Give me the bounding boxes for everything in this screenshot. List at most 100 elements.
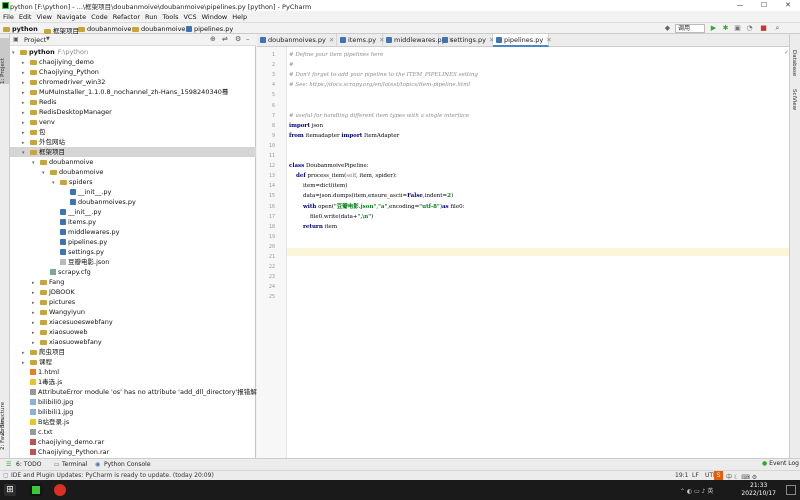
breadcrumb-doubanmoive-inner[interactable]: doubanmoive xyxy=(132,25,185,33)
tree-folder[interactable]: ▸ 爬虫项目 xyxy=(12,347,65,357)
project-tool-tab[interactable]: 1: Project xyxy=(0,38,10,84)
tree-file[interactable]: doubanmoives.py xyxy=(12,197,136,207)
event-log-tool-tab[interactable]: ● Event Log xyxy=(762,460,799,467)
tree-folder[interactable]: ▸ chromedriver_win32 xyxy=(12,77,105,87)
maximize-button[interactable]: ☐ xyxy=(752,0,776,11)
tree-folder[interactable]: ▸ chaojiying_demo xyxy=(12,57,94,67)
tree-folder[interactable]: ▾ spiders xyxy=(12,177,93,187)
tree-folder[interactable]: ▸ JDBOOK xyxy=(12,287,75,297)
line-number: 25 xyxy=(268,294,275,301)
pycharm-taskbar-icon[interactable] xyxy=(30,484,42,496)
tree-folder[interactable]: ▾ doubanmoive xyxy=(12,157,93,167)
close-tab-icon[interactable]: ✕ xyxy=(546,36,551,44)
database-tool-tab[interactable]: Database xyxy=(791,50,797,76)
tree-file[interactable]: settings.py xyxy=(12,247,104,257)
menu-refactor[interactable]: Refactor xyxy=(113,13,140,21)
search-everywhere-icon[interactable]: ⌕ xyxy=(774,25,781,32)
browser-taskbar-icon[interactable] xyxy=(54,484,66,496)
tree-folder[interactable]: ▸ 课程 xyxy=(12,357,52,367)
tree-folder[interactable]: ▸ RedisDesktopManager xyxy=(12,107,112,117)
menu-edit[interactable]: Edit xyxy=(19,13,32,21)
tree-file[interactable]: items.py xyxy=(12,217,96,227)
menu-file[interactable]: File xyxy=(3,13,14,21)
tree-file[interactable]: __init__.py xyxy=(12,187,111,197)
tree-folder[interactable]: ▸ xiaosuoweb xyxy=(12,327,88,337)
tree-file[interactable]: c.txt xyxy=(12,427,53,437)
tree-file[interactable]: __init__.py xyxy=(12,207,101,217)
tree-folder[interactable]: ▸ Chaojiying_Python xyxy=(12,67,99,77)
tree-folder[interactable]: ▸ Fang xyxy=(12,277,64,287)
status-message[interactable]: IDE and Plugin Updates: PyCharm is ready… xyxy=(11,472,214,479)
python-console-tool-tab[interactable]: Python Console xyxy=(104,461,151,468)
tree-folder[interactable]: ▸ Redis xyxy=(12,97,57,107)
ime-icon[interactable]: S xyxy=(714,471,723,480)
menu-view[interactable]: View xyxy=(36,13,51,21)
tree-folder[interactable]: ▸ 包 xyxy=(12,127,46,137)
chevron-down-icon[interactable]: ▼ xyxy=(46,36,50,42)
notifications-icon[interactable] xyxy=(786,485,796,495)
terminal-tool-tab[interactable]: Terminal xyxy=(62,461,87,468)
collapse-all-icon[interactable]: ⇌ xyxy=(222,35,228,43)
run-configuration-select[interactable]: 调用 xyxy=(675,24,705,33)
tree-file[interactable]: 1.html xyxy=(12,367,59,377)
tree-folder[interactable]: ▸ xiaosuowebfany xyxy=(12,337,102,347)
favorites-tool-tab[interactable]: 2: Favorites xyxy=(0,418,10,450)
start-icon[interactable]: ⊞ xyxy=(4,484,16,496)
gear-icon[interactable]: ⚙ xyxy=(235,35,241,43)
tab-settings[interactable]: settings.py ✕ xyxy=(439,34,494,47)
line-number: 1 xyxy=(271,52,275,58)
menu-window[interactable]: Window xyxy=(202,13,228,21)
tree-file[interactable]: 豆瓣电影.json xyxy=(12,257,109,267)
tree-folder[interactable]: ▸ 外包网站 xyxy=(12,137,65,147)
menu-help[interactable]: Help xyxy=(232,13,247,21)
locate-icon[interactable]: ⊕ xyxy=(210,35,216,43)
tree-folder[interactable]: ▾ 框架项目 xyxy=(10,147,256,157)
menu-vcs[interactable]: VCS xyxy=(183,13,196,21)
coverage-icon[interactable]: ▣ xyxy=(734,25,741,32)
tree-file[interactable]: scrapy.cfg xyxy=(12,267,91,277)
debug-icon[interactable]: ✱ xyxy=(722,25,729,32)
tree-file[interactable]: pipelines.py xyxy=(12,237,107,247)
project-view-select[interactable]: Project xyxy=(24,36,46,44)
breadcrumb-pipelines[interactable]: pipelines.py xyxy=(186,25,233,33)
tree-file[interactable]: 1毒选.js xyxy=(12,377,62,387)
clock[interactable]: 21:33 2022/10/17 xyxy=(741,482,776,498)
sciview-tool-tab[interactable]: SciView xyxy=(791,89,797,110)
line-separator[interactable]: LF xyxy=(692,472,699,479)
tree-file[interactable]: chaojiying_demo.rar xyxy=(12,437,104,447)
tree-file[interactable]: AttributeError module 'os' has no attrib… xyxy=(12,387,287,397)
folder-icon: ▣ xyxy=(13,36,19,43)
menu-navigate[interactable]: Navigate xyxy=(57,13,86,21)
tab-middlewares[interactable]: middlewares.py ✕ xyxy=(383,34,454,47)
tree-file[interactable]: middlewares.py xyxy=(12,227,119,237)
todo-tool-tab[interactable]: 6: TODO xyxy=(16,461,41,468)
tree-file[interactable]: Chaojiying_Python.rar xyxy=(12,447,109,457)
tree-folder[interactable]: ▾ python F:\python xyxy=(12,47,88,57)
tree-folder[interactable]: ▸ venv xyxy=(12,117,55,127)
tab-items[interactable]: items.py ✕ xyxy=(337,34,385,47)
tree-folder[interactable]: ▸ pictures xyxy=(12,297,75,307)
stop-icon[interactable]: ■ xyxy=(760,25,767,32)
profile-icon[interactable]: ◔ xyxy=(746,25,753,32)
minimize-button[interactable]: — xyxy=(728,0,752,11)
menu-code[interactable]: Code xyxy=(91,13,108,21)
tree-folder[interactable]: ▸ xiacesuoeswebfany xyxy=(12,317,113,327)
tree-file[interactable]: bilibili0.jpg xyxy=(12,397,73,407)
line-number: 20 xyxy=(268,243,275,250)
close-button[interactable]: ✕ xyxy=(776,0,800,11)
hide-icon[interactable]: – xyxy=(246,35,250,43)
breadcrumb-doubanmoive[interactable]: doubanmoive xyxy=(78,25,131,33)
run-icon[interactable]: ▶ xyxy=(710,25,717,32)
tree-folder[interactable]: ▸ MuMuInstaller_1.1.0.8_nochannel_zh-Hans… xyxy=(12,87,228,97)
cursor-position[interactable]: 19:1 xyxy=(675,472,688,479)
tree-file[interactable]: B站登录.js xyxy=(12,417,69,427)
close-tab-icon[interactable]: ✕ xyxy=(329,36,334,44)
menu-run[interactable]: Run xyxy=(145,13,157,21)
breadcrumb-python[interactable]: python xyxy=(3,25,38,33)
tree-file[interactable]: bilibili1.jpg xyxy=(12,407,73,417)
menu-tools[interactable]: Tools xyxy=(162,13,178,21)
tab-pipelines[interactable]: pipelines.py ✕ xyxy=(493,34,552,47)
tree-folder[interactable]: ▾ doubanmoive xyxy=(12,167,103,177)
tree-folder[interactable]: ▸ Wangyiyun xyxy=(12,307,85,317)
tab-doubanmoives[interactable]: doubanmoives.py ✕ xyxy=(257,34,337,47)
